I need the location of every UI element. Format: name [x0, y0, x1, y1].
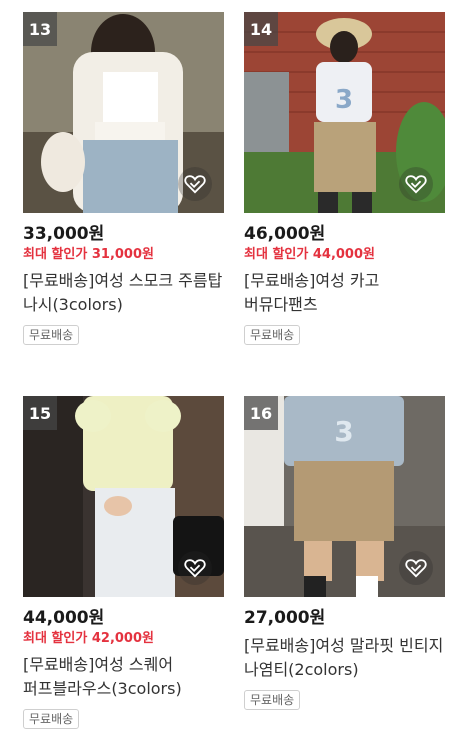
discount-price: 31,000원 [91, 247, 154, 262]
product-card[interactable]: 13 33,000원 최대 할인가 31,000원 [무료배송]여성 스모크 주… [23, 12, 224, 345]
rank-badge: 15 [23, 396, 57, 430]
product-card[interactable]: 3 14 46,000원 최대 할인가 44,000원 [무료배송]여성 카고 … [244, 12, 445, 345]
product-card[interactable]: 15 44,000원 최대 할인가 42,000원 [무료배송]여성 스퀘어 퍼… [23, 396, 224, 729]
product-grid: 13 33,000원 최대 할인가 31,000원 [무료배송]여성 스모크 주… [0, 0, 466, 741]
free-shipping-badge: 무료배송 [23, 325, 80, 345]
free-shipping-badge: 무료배송 [244, 325, 301, 345]
discount-row: 최대 할인가 42,000원 [23, 630, 224, 648]
discount-price: 44,000원 [312, 247, 375, 262]
product-price: 27,000원 [244, 608, 326, 628]
product-name[interactable]: [무료배송]여성 스퀘어 퍼프블라우스(3colors) [23, 653, 223, 701]
product-name[interactable]: [무료배송]여성 스모크 주름탑 나시(3colors) [23, 269, 223, 317]
product-price: 46,000원 [244, 224, 326, 244]
product-name[interactable]: [무료배송]여성 말라핏 빈티지 나염티(2colors) [244, 634, 444, 682]
heart-outline-icon[interactable] [178, 551, 212, 585]
rank-badge: 14 [244, 12, 278, 46]
rank-badge: 13 [23, 12, 57, 46]
product-price: 44,000원 [23, 608, 105, 628]
rank-badge: 16 [244, 396, 278, 430]
product-thumbnail[interactable]: 13 [23, 12, 224, 213]
svg-text:3: 3 [335, 85, 353, 115]
product-name[interactable]: [무료배송]여성 카고 버뮤다팬츠 [244, 269, 444, 317]
discount-row: 최대 할인가 31,000원 [23, 246, 224, 264]
discount-row: 최대 할인가 44,000원 [244, 246, 445, 264]
product-price: 33,000원 [23, 224, 105, 244]
product-thumbnail[interactable]: 3 16 [244, 396, 445, 597]
product-thumbnail[interactable]: 15 [23, 396, 224, 597]
heart-outline-icon[interactable] [399, 551, 433, 585]
free-shipping-badge: 무료배송 [244, 690, 301, 710]
free-shipping-badge: 무료배송 [23, 709, 80, 729]
discount-price: 42,000원 [91, 631, 154, 646]
heart-outline-icon[interactable] [178, 167, 212, 201]
product-thumbnail[interactable]: 3 14 [244, 12, 445, 213]
heart-outline-icon[interactable] [399, 167, 433, 201]
svg-text:3: 3 [334, 415, 353, 448]
discount-label: 최대 할인가 [23, 247, 88, 262]
discount-label: 최대 할인가 [244, 247, 309, 262]
product-card[interactable]: 3 16 27,000원 [무료배송]여성 말라핏 빈티지 나염티(2color… [244, 396, 445, 710]
discount-label: 최대 할인가 [23, 631, 88, 646]
